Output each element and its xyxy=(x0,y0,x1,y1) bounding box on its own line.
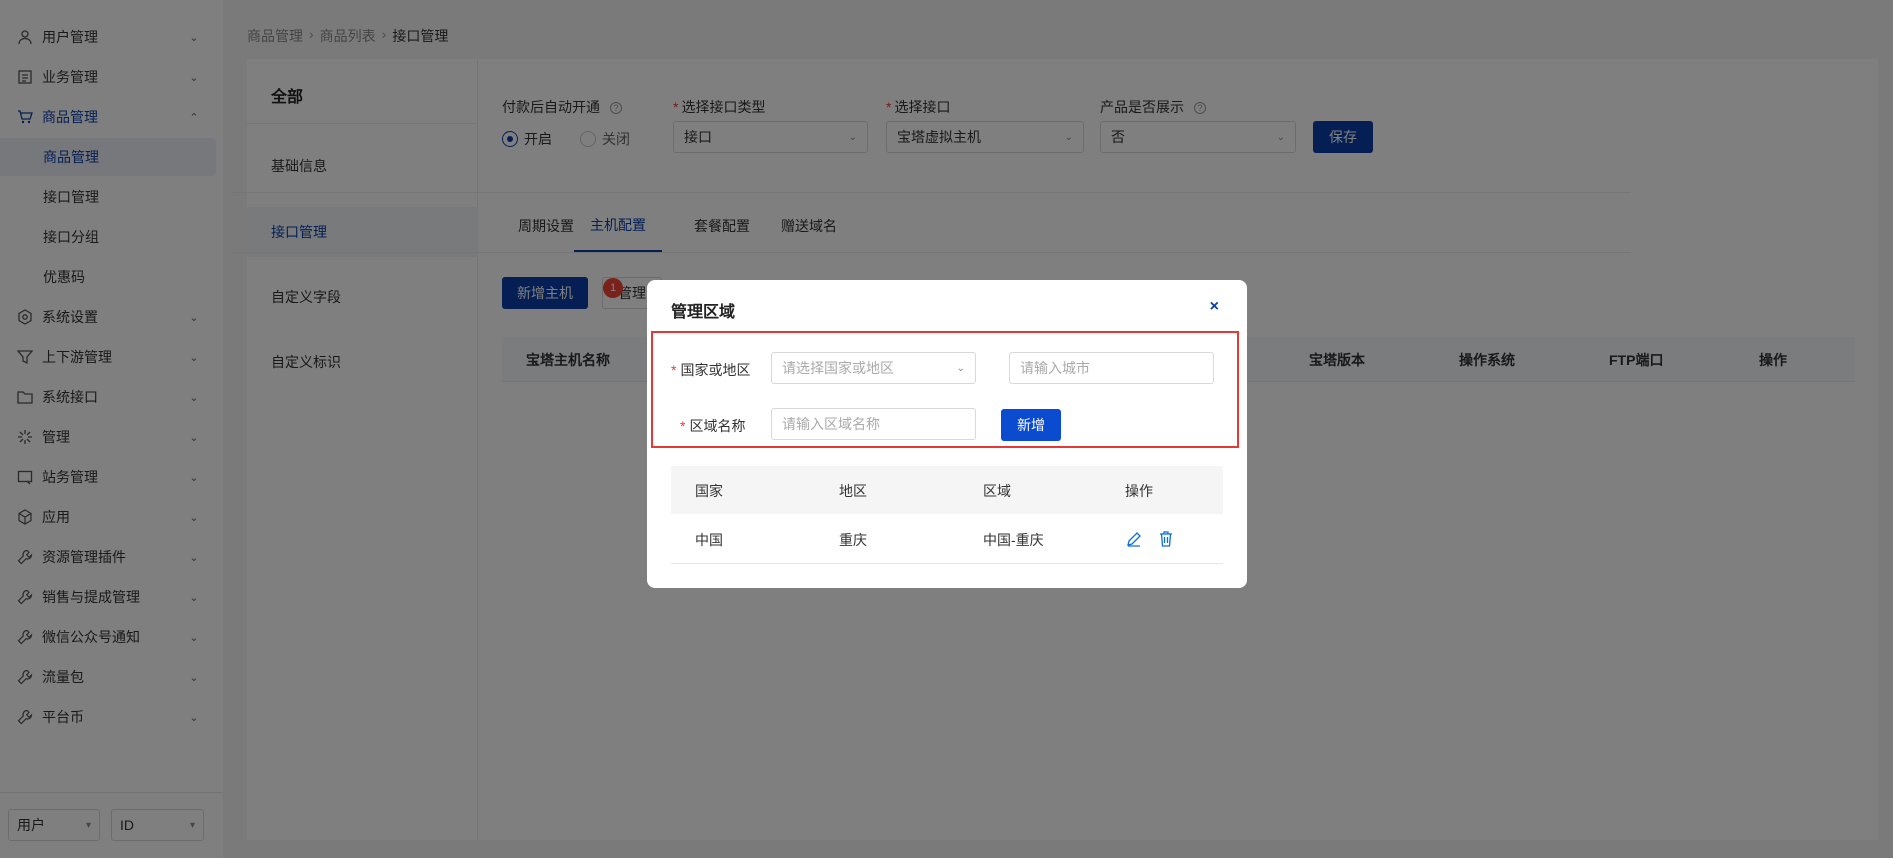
country-select[interactable]: 请选择国家或地区 ⌄ xyxy=(771,352,976,384)
city-input[interactable]: 请输入城市 xyxy=(1009,352,1214,384)
manage-area-dialog: 管理区域 × * 国家或地区 请选择国家或地区 ⌄ 请输入城市 * 区域名称 请输入区… xyxy=(647,280,1247,588)
country-label: * 国家或地区 xyxy=(671,362,751,378)
column-header: 区域 xyxy=(983,483,1011,499)
dialog-title: 管理区域 xyxy=(671,304,736,321)
delete-icon[interactable] xyxy=(1157,530,1175,548)
add-area-button[interactable]: 新增 xyxy=(1001,409,1061,441)
cell-area: 中国-重庆 xyxy=(983,532,1044,548)
area-table-header: 国家 地区 区域 操作 xyxy=(671,466,1223,514)
area-name-label: * 区域名称 xyxy=(680,418,746,434)
cell-region: 重庆 xyxy=(839,532,867,548)
cell-country: 中国 xyxy=(695,532,723,548)
column-header: 国家 xyxy=(695,483,723,499)
column-header: 操作 xyxy=(1125,483,1153,499)
close-icon[interactable]: × xyxy=(1210,298,1219,316)
edit-icon[interactable] xyxy=(1125,530,1143,548)
column-header: 地区 xyxy=(839,483,867,499)
table-row: 中国 重庆 中国-重庆 xyxy=(671,514,1223,564)
area-name-input[interactable]: 请输入区域名称 xyxy=(771,408,976,440)
chevron-down-icon: ⌄ xyxy=(956,362,965,374)
